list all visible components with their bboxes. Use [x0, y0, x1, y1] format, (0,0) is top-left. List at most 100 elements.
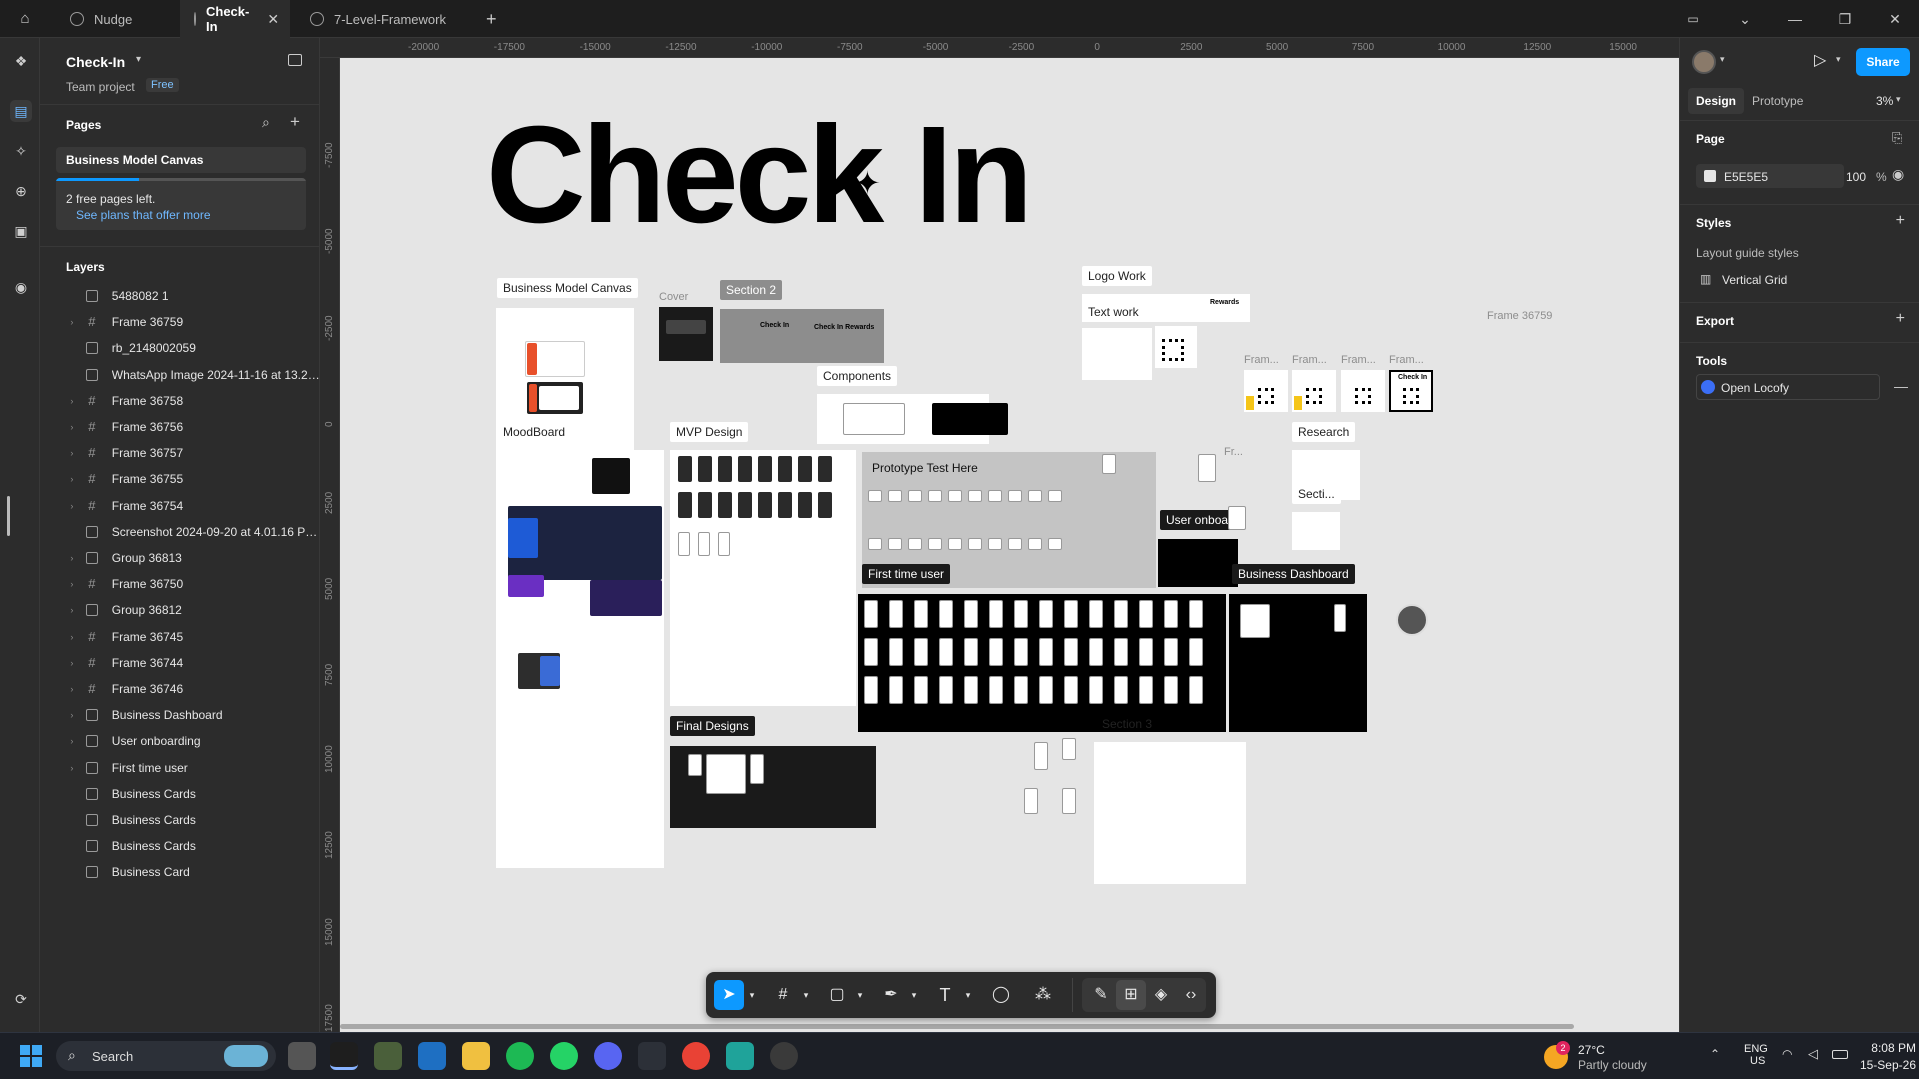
- dev-mode-icon[interactable]: ‹›: [1176, 980, 1206, 1010]
- page-item-business-model-canvas[interactable]: Business Model Canvas: [56, 147, 306, 173]
- tab-check-in[interactable]: Check-In ✕: [180, 0, 290, 38]
- present-icon[interactable]: ▷: [1814, 50, 1826, 70]
- file-name[interactable]: Check-In: [66, 54, 125, 70]
- sync-icon[interactable]: ⟳: [10, 988, 32, 1010]
- fram-label-1[interactable]: Fram...: [1244, 354, 1279, 366]
- chatgpt-icon[interactable]: [770, 1042, 798, 1070]
- section-short-frame[interactable]: [1292, 512, 1340, 550]
- section-short-label[interactable]: Secti...: [1292, 484, 1341, 504]
- move-tool-icon[interactable]: ➤: [714, 980, 744, 1010]
- caret-right-icon[interactable]: ›: [64, 605, 80, 615]
- chevron-down-icon[interactable]: ▾: [1836, 54, 1841, 65]
- chevron-up-icon[interactable]: ⌃: [1710, 1047, 1720, 1061]
- wifi-icon[interactable]: ◠: [1782, 1047, 1792, 1061]
- avatar[interactable]: [1396, 604, 1428, 636]
- fram-label-3[interactable]: Fram...: [1341, 354, 1376, 366]
- section-2-frame[interactable]: [720, 309, 884, 363]
- avatar[interactable]: [1692, 50, 1716, 74]
- color-swatch[interactable]: [1704, 170, 1716, 182]
- fr-short-label[interactable]: Fr...: [1224, 446, 1243, 458]
- business-dashboard-label[interactable]: Business Dashboard: [1232, 564, 1355, 584]
- whatsapp-icon[interactable]: [550, 1042, 578, 1070]
- canvas-scrollbar-horizontal[interactable]: [340, 1024, 1574, 1029]
- prototype-test-label[interactable]: Prototype Test Here: [866, 458, 984, 478]
- caret-right-icon[interactable]: ›: [64, 710, 80, 720]
- figma-app-icon[interactable]: [330, 1042, 358, 1070]
- fram-label-4[interactable]: Fram...: [1389, 354, 1424, 366]
- page-color-field[interactable]: E5E5E5: [1696, 164, 1844, 188]
- caret-right-icon[interactable]: ›: [64, 736, 80, 746]
- tab-prototype[interactable]: Prototype: [1752, 94, 1803, 108]
- page-opacity-field[interactable]: 100 %: [1846, 164, 1887, 188]
- assets-icon[interactable]: ✧: [10, 140, 32, 162]
- prototype-mode-icon[interactable]: ◈: [1146, 980, 1176, 1010]
- dev-icon[interactable]: ◉: [10, 276, 32, 298]
- file-explorer-icon[interactable]: [462, 1042, 490, 1070]
- caret-right-icon[interactable]: ›: [64, 553, 80, 563]
- scroll-indicator[interactable]: [7, 496, 10, 536]
- caret-right-icon[interactable]: ›: [64, 422, 80, 432]
- components-label[interactable]: Components: [817, 366, 898, 386]
- chevron-down-icon[interactable]: ▾: [1896, 94, 1901, 105]
- taskbar-search[interactable]: ⌕ Search: [56, 1041, 276, 1071]
- pages-icon[interactable]: ▤: [10, 100, 32, 122]
- actions-tool-icon[interactable]: ⁂: [1028, 980, 1058, 1010]
- language-indicator[interactable]: ENG US: [1744, 1043, 1784, 1067]
- briefcase-icon[interactable]: ▣: [10, 220, 32, 242]
- app-store-icon[interactable]: [638, 1042, 666, 1070]
- open-locofy-button[interactable]: Open Locofy: [1696, 374, 1880, 400]
- vscode-icon[interactable]: [418, 1042, 446, 1070]
- text-work-frame[interactable]: [1082, 328, 1152, 380]
- caret-right-icon[interactable]: ›: [64, 448, 80, 458]
- text-tool-icon[interactable]: T: [930, 980, 960, 1010]
- final-designs-label[interactable]: Final Designs: [670, 716, 755, 736]
- section-3-frame[interactable]: [1094, 742, 1246, 884]
- caret-right-icon[interactable]: ›: [64, 474, 80, 484]
- add-style-icon[interactable]: +: [1896, 212, 1905, 230]
- clock[interactable]: 8:08 PM 15-Sep-26: [1846, 1041, 1916, 1072]
- close-icon[interactable]: ✕: [1886, 10, 1904, 28]
- figma-menu-icon[interactable]: ❖: [10, 50, 32, 72]
- chevron-down-icon[interactable]: ▾: [136, 54, 141, 65]
- volume-icon[interactable]: ◁: [1808, 1046, 1818, 1062]
- canvas[interactable]: Check In ✦ Business Model Canvas Cover S…: [340, 58, 1679, 1032]
- tab-7-level-framework[interactable]: 7-Level-Framework: [296, 0, 476, 38]
- maximize-icon[interactable]: ❐: [1836, 10, 1854, 28]
- chevron-down-icon[interactable]: ▾: [852, 980, 868, 1010]
- pen-tool-icon[interactable]: ✒: [876, 980, 906, 1010]
- tab-nudge[interactable]: Nudge: [56, 0, 180, 38]
- frame-36759-label[interactable]: Frame 36759: [1487, 310, 1552, 322]
- moodboard-label[interactable]: MoodBoard: [497, 422, 572, 442]
- hero-title[interactable]: Check In: [486, 106, 1033, 244]
- caret-right-icon[interactable]: ›: [64, 684, 80, 694]
- caret-right-icon[interactable]: ›: [64, 501, 80, 511]
- logo-work-label[interactable]: Logo Work: [1082, 266, 1152, 286]
- share-button[interactable]: Share: [1856, 48, 1910, 76]
- task-view-icon[interactable]: [288, 1042, 316, 1070]
- caret-right-icon[interactable]: ›: [64, 579, 80, 589]
- chrome-icon[interactable]: [682, 1042, 710, 1070]
- panel-toggle-icon[interactable]: [288, 54, 302, 66]
- add-export-icon[interactable]: +: [1896, 310, 1905, 328]
- home-icon[interactable]: ⌂: [16, 10, 34, 28]
- frame-tool-icon[interactable]: #: [768, 980, 798, 1010]
- weather-widget[interactable]: 2 27°C Partly cloudy: [1544, 1041, 1664, 1073]
- user-onboarding-frame[interactable]: [1158, 539, 1238, 587]
- chevron-down-icon[interactable]: ▾: [1720, 54, 1725, 65]
- caret-right-icon[interactable]: ›: [64, 632, 80, 642]
- mvp-design-label[interactable]: MVP Design: [670, 422, 749, 442]
- spotify-icon[interactable]: [506, 1042, 534, 1070]
- page-settings-icon[interactable]: ⎘: [1892, 130, 1902, 146]
- remove-tool-icon[interactable]: —: [1894, 378, 1908, 394]
- plans-link[interactable]: See plans that offer more: [76, 208, 211, 222]
- close-tab-icon[interactable]: ✕: [267, 11, 279, 28]
- discord-icon[interactable]: [594, 1042, 622, 1070]
- mvp-design-frame[interactable]: [670, 450, 856, 706]
- research-label[interactable]: Research: [1292, 422, 1356, 442]
- business-model-canvas-label[interactable]: Business Model Canvas: [497, 278, 638, 298]
- windows-start-icon[interactable]: [20, 1045, 42, 1067]
- chevron-down-icon[interactable]: ▾: [798, 980, 814, 1010]
- caret-right-icon[interactable]: ›: [64, 317, 80, 327]
- section-3-label[interactable]: Section 3: [1096, 714, 1158, 734]
- chevron-down-icon[interactable]: ⌄: [1736, 10, 1754, 28]
